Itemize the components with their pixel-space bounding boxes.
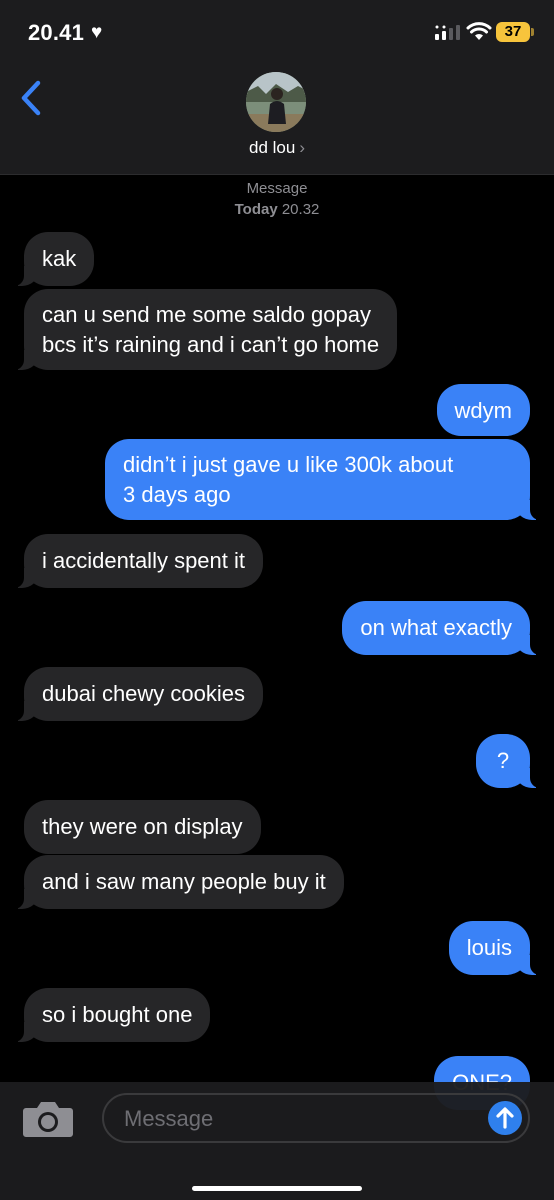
message-received[interactable]: they were on display bbox=[24, 800, 261, 854]
timestamp: Today 20.32 bbox=[0, 201, 554, 218]
message-received[interactable]: kak bbox=[13, 232, 95, 286]
chevron-right-icon: › bbox=[299, 138, 305, 157]
timestamp-time: 20.32 bbox=[281, 201, 320, 218]
battery-tip bbox=[531, 28, 534, 36]
message-input[interactable]: Message bbox=[102, 1093, 530, 1143]
status-bar: 20.41 ♥ 37 bbox=[0, 0, 554, 60]
service-label: Message bbox=[246, 180, 308, 197]
message-received[interactable]: so i bought one bbox=[13, 988, 211, 1042]
back-chevron-icon[interactable] bbox=[16, 78, 46, 118]
message-received[interactable]: and i saw many people buy it bbox=[14, 855, 344, 909]
send-button[interactable] bbox=[488, 1101, 522, 1135]
status-time: 20.41 bbox=[28, 20, 85, 45]
message-text: so i bought one bbox=[42, 1002, 193, 1027]
camera-icon[interactable] bbox=[22, 1100, 74, 1138]
heart-icon: ♥ bbox=[91, 22, 103, 43]
message-text: wdym bbox=[454, 398, 512, 423]
contact-avatar[interactable] bbox=[246, 72, 306, 132]
message-text: kak bbox=[42, 246, 77, 271]
contact-name-button[interactable]: dd lou › bbox=[0, 138, 554, 158]
composer-bar: Message bbox=[0, 1082, 554, 1200]
message-input-placeholder: Message bbox=[124, 1106, 214, 1131]
message-text-line: didn’t i just gave u like 300k about bbox=[123, 452, 454, 477]
message-text: i accidentally spent it bbox=[42, 548, 245, 573]
message-sent[interactable]: ? bbox=[476, 734, 540, 788]
message-sent[interactable]: louis bbox=[448, 921, 541, 975]
message-text: on what exactly bbox=[360, 615, 512, 640]
message-text-line: 3 days ago bbox=[123, 482, 231, 507]
message-sent[interactable]: on what exactly bbox=[342, 601, 540, 655]
message-text-line: can u send me some saldo gopay bbox=[42, 302, 371, 327]
message-received[interactable]: dubai chewy cookies bbox=[13, 667, 264, 721]
message-received[interactable]: i accidentally spent it bbox=[14, 534, 263, 588]
message-sent[interactable]: wdym bbox=[436, 384, 530, 436]
battery-indicator: 37 bbox=[496, 22, 530, 42]
signal-icon bbox=[435, 25, 460, 40]
contact-name: dd lou bbox=[249, 138, 296, 157]
message-text-line: bcs it’s raining and i can’t go home bbox=[42, 332, 380, 357]
message-text: dubai chewy cookies bbox=[42, 681, 246, 706]
conversation-header: dd lou › bbox=[0, 60, 554, 175]
message-text: and i saw many people buy it bbox=[42, 869, 326, 894]
message-received[interactable]: can u send me some saldo gopay bcs it’s r… bbox=[13, 289, 398, 370]
home-indicator bbox=[192, 1186, 362, 1191]
wifi-icon bbox=[466, 22, 492, 40]
timestamp-day: Today bbox=[234, 201, 278, 218]
message-sent[interactable]: didn’t i just gave u like 300k about 3 da… bbox=[105, 439, 540, 520]
message-text: louis bbox=[466, 935, 512, 960]
message-text: they were on display bbox=[42, 814, 243, 839]
send-arrow-icon bbox=[496, 1107, 514, 1129]
message-text: ? bbox=[496, 748, 510, 773]
avatar-photo bbox=[246, 72, 306, 132]
